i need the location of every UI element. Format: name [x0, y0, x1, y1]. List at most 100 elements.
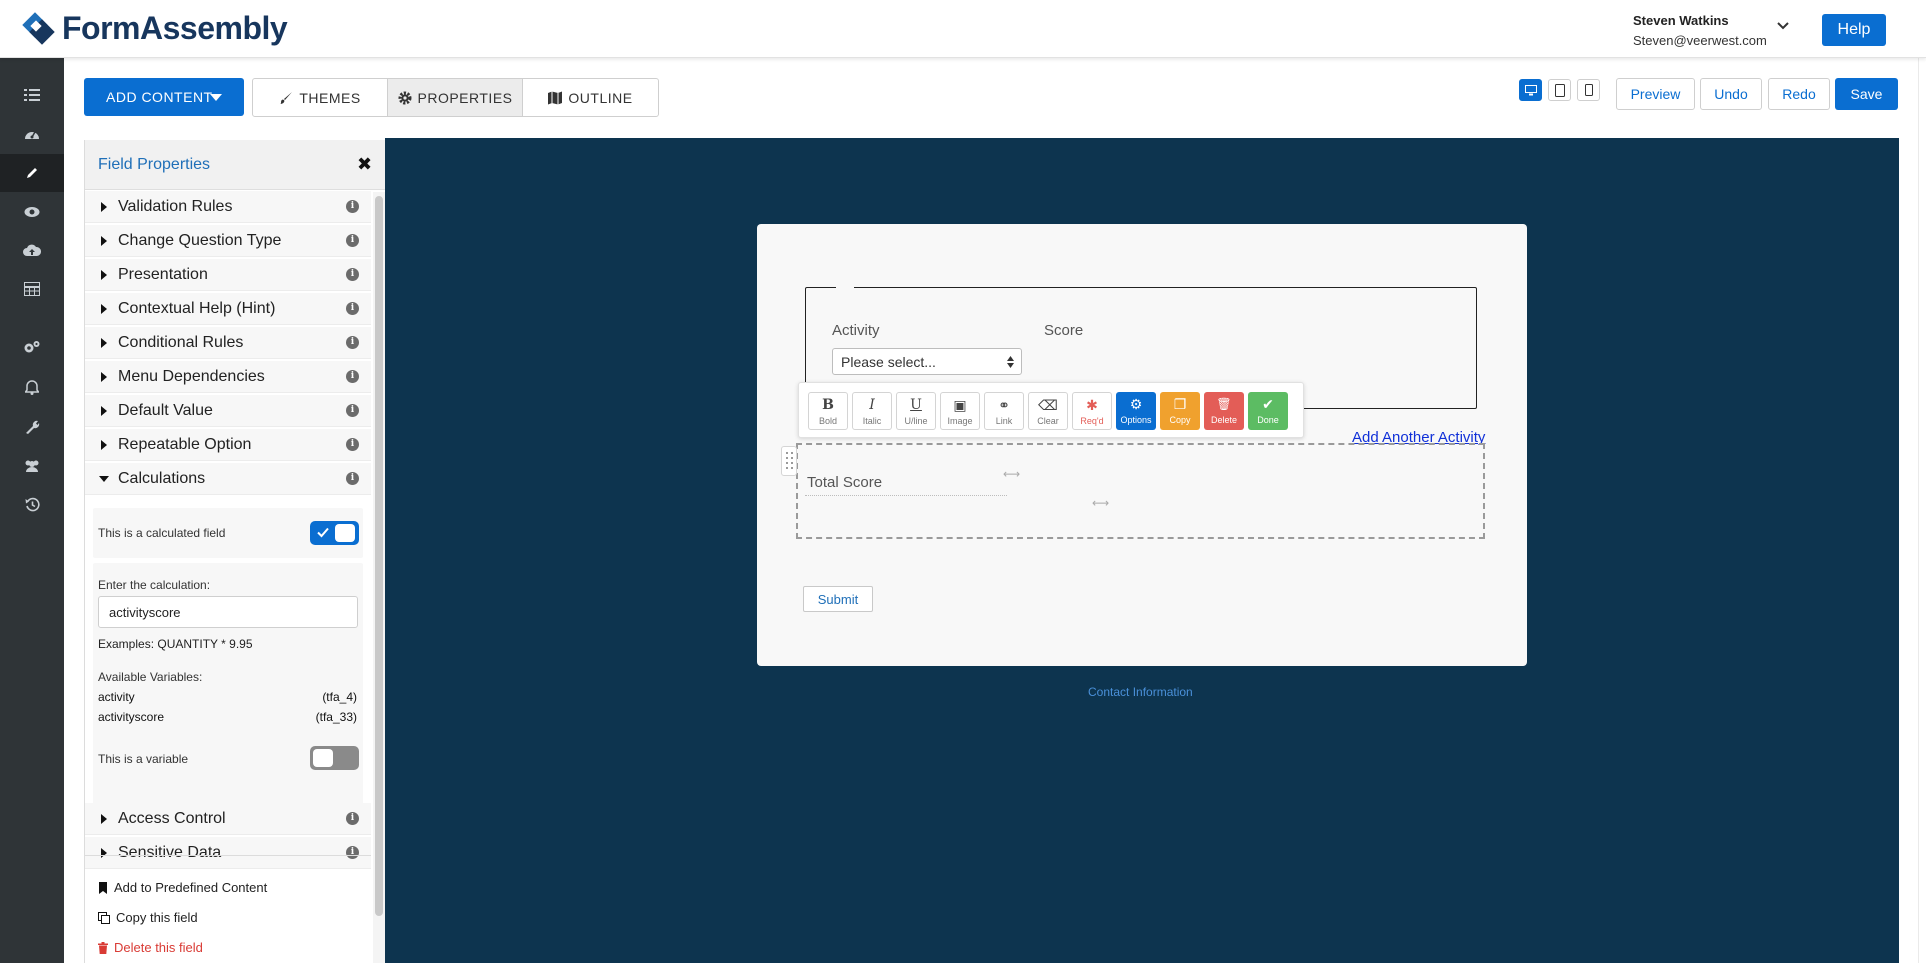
info-icon[interactable]: i	[346, 812, 359, 825]
wrench-icon[interactable]	[0, 407, 64, 445]
bold-button[interactable]: B Bold	[808, 392, 848, 430]
underline-icon: U	[910, 397, 922, 413]
chevron-down-icon[interactable]	[1775, 18, 1791, 34]
done-button[interactable]: ✔ Done	[1248, 392, 1288, 430]
scrollbar-thumb[interactable]	[375, 196, 383, 916]
section-presentation[interactable]: Presentation i	[85, 259, 371, 291]
close-icon[interactable]: ✖	[357, 154, 372, 175]
pencil-icon[interactable]	[0, 154, 64, 192]
tab-outline[interactable]: OUTLINE	[523, 79, 658, 116]
info-icon[interactable]: i	[346, 472, 359, 485]
user-menu[interactable]: Steven Watkins Steven@veerwest.com	[1633, 13, 1767, 48]
undo-button[interactable]: Undo	[1700, 78, 1762, 110]
add-to-predefined-label: Add to Predefined Content	[114, 880, 268, 895]
resize-handle-icon[interactable]: ⟷	[1092, 496, 1109, 510]
gears-icon[interactable]	[0, 328, 64, 366]
bookmark-icon	[99, 881, 107, 894]
formassembly-logo[interactable]: FormAssembly	[18, 8, 288, 48]
panel-header: Field Properties ✖	[85, 140, 385, 190]
user-email: Steven@veerwest.com	[1633, 33, 1767, 48]
info-icon[interactable]: i	[346, 336, 359, 349]
available-variables-label: Available Variables:	[98, 670, 203, 684]
section-calculations[interactable]: Calculations i	[85, 463, 371, 495]
variable-toggle-label: This is a variable	[98, 752, 189, 766]
section-validation-rules[interactable]: Validation Rules i	[85, 191, 371, 223]
variable-toggle[interactable]	[310, 746, 359, 770]
activity-select[interactable]: Please select...	[832, 348, 1022, 375]
required-button[interactable]: ✱ Req'd	[1072, 392, 1112, 430]
check-icon	[317, 527, 329, 538]
caret-right-icon	[101, 848, 107, 858]
desktop-icon[interactable]	[1519, 79, 1542, 101]
save-button[interactable]: Save	[1835, 78, 1898, 110]
section-repeatable-option[interactable]: Repeatable Option i	[85, 429, 371, 461]
options-button[interactable]: ⚙ Options	[1116, 392, 1156, 430]
resize-handle-icon[interactable]: ⟷	[1003, 467, 1020, 481]
info-icon[interactable]: i	[346, 846, 359, 859]
bell-icon[interactable]	[0, 368, 64, 406]
tab-properties[interactable]: PROPERTIES	[388, 79, 523, 116]
copy-button[interactable]: ❐ Copy	[1160, 392, 1200, 430]
section-default-value[interactable]: Default Value i	[85, 395, 371, 427]
submit-button[interactable]: Submit	[803, 586, 873, 612]
section-label: Repeatable Option	[118, 436, 252, 453]
contact-information-link[interactable]: Contact Information	[1088, 685, 1193, 699]
info-icon[interactable]: i	[346, 438, 359, 451]
drag-handle-icon[interactable]	[781, 446, 797, 476]
eye-icon[interactable]	[0, 193, 64, 231]
underline-button[interactable]: U U/line	[896, 392, 936, 430]
tablet-icon[interactable]	[1548, 79, 1571, 101]
image-button[interactable]: ▣ Image	[940, 392, 980, 430]
section-menu-dependencies[interactable]: Menu Dependencies i	[85, 361, 371, 393]
cloud-upload-icon[interactable]	[0, 231, 64, 269]
info-icon[interactable]: i	[346, 404, 359, 417]
activity-label: Activity	[832, 322, 880, 339]
italic-label: Italic	[862, 416, 882, 426]
link-button[interactable]: ⚭ Link	[984, 392, 1024, 430]
check-icon: ✔	[1262, 396, 1274, 412]
logo-mark-icon	[18, 8, 58, 48]
history-icon[interactable]	[0, 485, 64, 523]
redo-button[interactable]: Redo	[1768, 78, 1830, 110]
tab-themes[interactable]: THEMES	[253, 79, 388, 116]
trash-icon	[98, 941, 108, 954]
help-button[interactable]: Help	[1822, 14, 1886, 46]
section-contextual-help[interactable]: Contextual Help (Hint) i	[85, 293, 371, 325]
section-conditional-rules[interactable]: Conditional Rules i	[85, 327, 371, 359]
list-icon[interactable]	[0, 76, 64, 114]
copy-icon: ❐	[1173, 396, 1187, 412]
caret-right-icon	[101, 440, 107, 450]
section-change-question-type[interactable]: Change Question Type i	[85, 225, 371, 257]
info-icon[interactable]: i	[346, 234, 359, 247]
panel-scrollbar[interactable]	[373, 192, 385, 963]
table-icon[interactable]	[0, 270, 64, 308]
dashboard-icon[interactable]	[0, 115, 64, 153]
calculation-input[interactable]: activityscore	[98, 596, 358, 628]
info-icon[interactable]: i	[346, 370, 359, 383]
info-icon[interactable]: i	[346, 200, 359, 213]
clear-button[interactable]: ⌫ Clear	[1028, 392, 1068, 430]
section-label: Presentation	[118, 266, 208, 283]
variable-id: (tfa_4)	[322, 690, 357, 704]
preview-button[interactable]: Preview	[1616, 78, 1695, 110]
bold-label: Bold	[818, 416, 837, 426]
italic-button[interactable]: I Italic	[852, 392, 892, 430]
caret-right-icon	[101, 814, 107, 824]
info-icon[interactable]: i	[346, 268, 359, 281]
section-sensitive-data[interactable]: Sensitive Data i	[85, 837, 371, 869]
options-label: Options	[1120, 415, 1152, 425]
fieldset-legend-gap	[836, 286, 854, 290]
users-icon[interactable]	[0, 446, 64, 484]
add-to-predefined-link[interactable]: Add to Predefined Content	[98, 880, 267, 895]
phone-icon[interactable]	[1577, 79, 1600, 101]
eraser-icon: ⌫	[1038, 397, 1058, 413]
info-icon[interactable]: i	[346, 302, 359, 315]
total-score-field[interactable]	[796, 443, 1485, 539]
add-content-button[interactable]: ADD CONTENT	[84, 78, 244, 116]
copy-field-link[interactable]: Copy this field	[98, 910, 198, 925]
brush-icon	[280, 91, 293, 104]
section-access-control[interactable]: Access Control i	[85, 803, 371, 835]
calculated-field-toggle[interactable]	[310, 521, 359, 545]
delete-field-link[interactable]: Delete this field	[98, 940, 203, 955]
delete-button[interactable]: 🗑 Delete	[1204, 392, 1244, 430]
